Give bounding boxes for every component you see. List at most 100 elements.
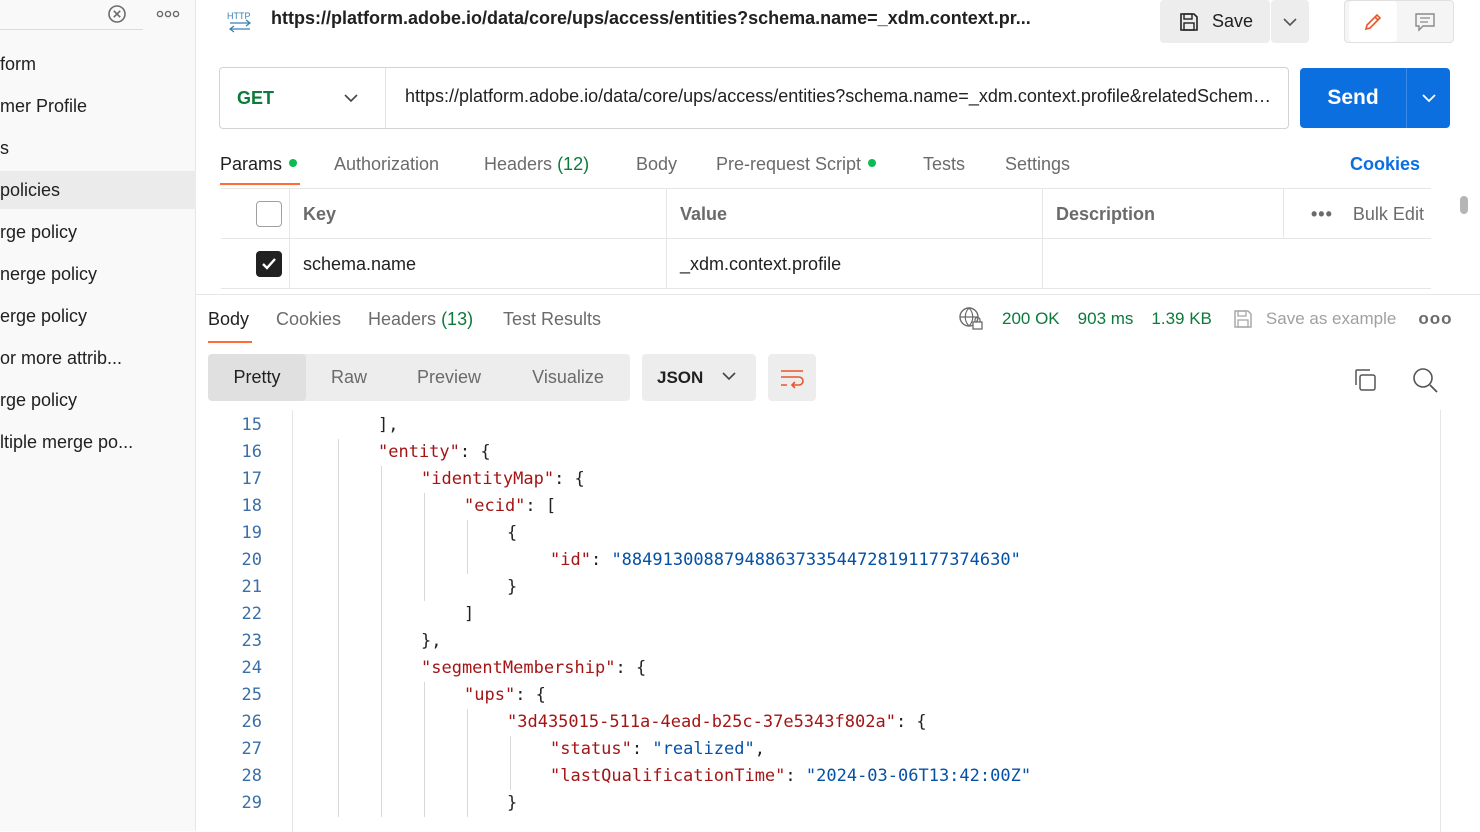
json-key: "ecid" [464, 496, 526, 516]
code-line: 24 "segmentMembership": { [208, 655, 1440, 682]
code-text: }, [421, 628, 441, 655]
tab-settings[interactable]: Settings [1005, 154, 1070, 175]
code-line: 28 "lastQualificationTime": "2024-03-06T1… [208, 763, 1440, 790]
json-punctuation: : { [554, 469, 585, 489]
tab-body[interactable]: Body [636, 154, 677, 175]
json-punctuation: ] [464, 604, 475, 624]
sidebar-item[interactable]: s [0, 129, 196, 167]
view-visualize[interactable]: Visualize [506, 354, 630, 401]
globe-lock-icon[interactable] [958, 306, 984, 332]
line-number: 19 [241, 523, 262, 543]
save-label: Save [1212, 11, 1254, 31]
line-number: 23 [241, 631, 262, 651]
sidebar-item[interactable]: nerge policy [0, 255, 196, 293]
tab-response-cookies[interactable]: Cookies [276, 309, 341, 330]
sidebar: form mer Profile s policies rge policy n… [0, 0, 196, 831]
save-as-example-button[interactable]: Save as example [1232, 308, 1396, 330]
request-title[interactable]: https://platform.adobe.io/data/core/ups/… [271, 8, 1071, 29]
wrap-lines-icon [781, 369, 804, 389]
line-number: 26 [241, 712, 262, 732]
request-header: HTTP https://platform.adobe.io/data/core… [196, 0, 1480, 48]
tab-test-results[interactable]: Test Results [503, 309, 601, 330]
sidebar-item[interactable]: form [0, 45, 196, 83]
edit-button[interactable] [1349, 1, 1397, 42]
json-punctuation: , [754, 739, 765, 759]
view-preview[interactable]: Preview [392, 354, 506, 401]
cookies-link[interactable]: Cookies [1350, 154, 1420, 175]
checkmark-icon [262, 258, 276, 270]
view-pretty[interactable]: Pretty [208, 354, 306, 401]
chevron-down-icon [1283, 17, 1297, 26]
save-dropdown-button[interactable] [1271, 0, 1309, 43]
view-raw[interactable]: Raw [306, 354, 392, 401]
code-line: 25 "ups": { [208, 682, 1440, 709]
tab-params-label: Params [220, 154, 283, 174]
code-line: 20 "id": "8849130088794886373354472819117… [208, 547, 1440, 574]
line-number: 18 [241, 496, 262, 516]
sidebar-item-active[interactable]: policies [0, 171, 196, 209]
select-all-checkbox[interactable] [256, 201, 282, 227]
method-select[interactable]: GET [220, 68, 386, 128]
code-text: "segmentMembership": { [421, 655, 646, 682]
tab-prerequest-script[interactable]: Pre-request Script [716, 154, 877, 175]
sidebar-item[interactable]: ltiple merge po... [0, 423, 196, 461]
save-button[interactable]: Save [1160, 0, 1270, 43]
tab-tests[interactable]: Tests [923, 154, 965, 175]
json-punctuation: : [590, 550, 612, 570]
indent-guide [381, 466, 382, 817]
tab-authorization[interactable]: Authorization [334, 154, 439, 175]
tab-response-body[interactable]: Body [208, 309, 249, 330]
indent-guide [424, 682, 425, 817]
scrollbar-thumb[interactable] [1460, 196, 1468, 214]
sidebar-item[interactable]: rge policy [0, 381, 196, 419]
clear-search-icon[interactable] [107, 4, 127, 24]
params-header-row: Key Value Description ••• Bulk Edit [221, 189, 1431, 239]
json-punctuation: : [631, 739, 653, 759]
code-text: "status": "realized", [550, 736, 765, 763]
tab-headers[interactable]: Headers (12) [484, 154, 589, 175]
line-number: 16 [241, 442, 262, 462]
code-text: "lastQualificationTime": "2024-03-06T13:… [550, 763, 1031, 790]
code-line: 18 "ecid": [ [208, 493, 1440, 520]
response-body-code[interactable]: 15], 16 "entity": {17 "identityMap": {18 "ec… [208, 410, 1441, 832]
url-input[interactable]: https://platform.adobe.io/data/core/ups/… [405, 86, 1277, 107]
json-key: "ups" [464, 685, 516, 705]
response-size[interactable]: 1.39 KB [1151, 309, 1212, 329]
word-wrap-button[interactable] [768, 354, 816, 401]
code-text: ] [464, 601, 474, 628]
code-text: "entity": { [378, 439, 491, 466]
param-description[interactable] [1042, 239, 1283, 289]
param-key[interactable]: schema.name [289, 239, 666, 289]
search-icon[interactable] [1411, 366, 1441, 396]
sidebar-item[interactable]: erge policy [0, 297, 196, 335]
copy-icon[interactable] [1351, 366, 1381, 396]
json-punctuation: : { [459, 442, 491, 462]
tab-response-headers[interactable]: Headers (13) [368, 309, 473, 330]
param-value[interactable]: _xdm.context.profile [666, 239, 1042, 289]
sidebar-item[interactable]: mer Profile [0, 87, 196, 125]
send-dropdown-button[interactable] [1406, 68, 1450, 128]
json-punctuation: } [507, 793, 518, 813]
more-options-icon[interactable]: ooo [1418, 309, 1452, 329]
code-line: 15], [208, 412, 1440, 439]
json-key: "3d435015-511a-4ead-b25c-37e5343f802a" [507, 712, 896, 732]
format-select[interactable]: JSON [642, 354, 756, 401]
response-time[interactable]: 903 ms [1078, 309, 1134, 329]
comments-button[interactable] [1401, 1, 1449, 42]
chevron-down-icon [1421, 94, 1436, 103]
code-text: "id": "884913008879488637335447281911773… [550, 547, 1021, 574]
status-code[interactable]: 200 OK [1002, 309, 1060, 329]
tab-params[interactable]: Params [220, 154, 298, 175]
send-button[interactable]: Send [1300, 68, 1406, 128]
main-panel: HTTP https://platform.adobe.io/data/core… [196, 0, 1480, 832]
more-options-icon[interactable]: ••• [1311, 204, 1333, 225]
bulk-edit-button[interactable]: Bulk Edit [1353, 204, 1424, 225]
sidebar-item[interactable]: or more attrib... [0, 339, 196, 377]
code-line: 22] [208, 601, 1440, 628]
sidebar-item[interactable]: rge policy [0, 213, 196, 251]
response-panel: Body Cookies Headers (13) Test Results 2… [196, 294, 1480, 832]
more-options-icon[interactable] [155, 4, 181, 24]
save-as-example-label: Save as example [1265, 309, 1397, 328]
code-line: 16 "entity": { [208, 439, 1440, 466]
row-checkbox[interactable] [256, 251, 282, 277]
